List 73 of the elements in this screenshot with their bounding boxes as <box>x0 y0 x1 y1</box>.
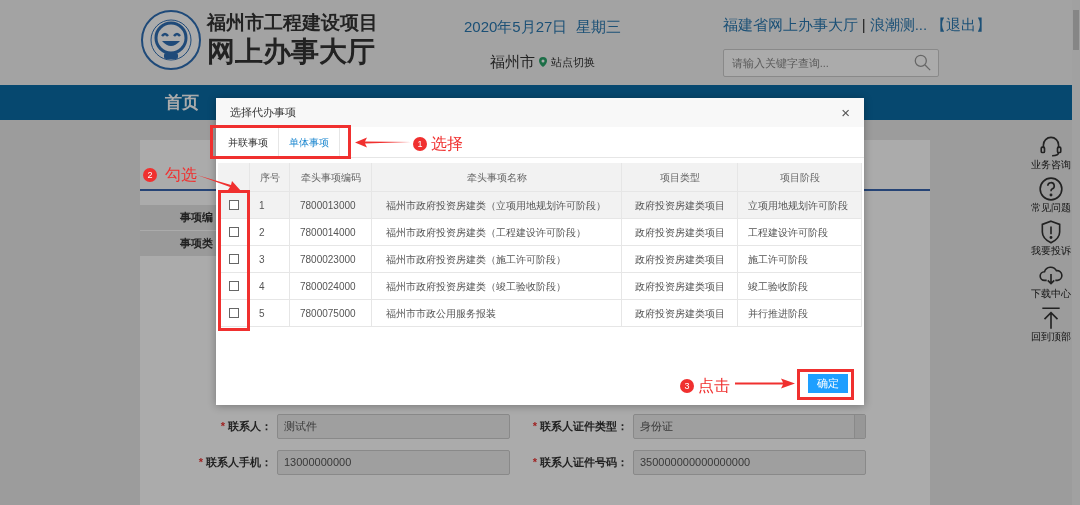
column-header: 项目阶段 <box>738 163 862 191</box>
logout-link[interactable]: 【退出】 <box>931 14 992 37</box>
side-tool-link[interactable]: 我要投诉 <box>1031 219 1071 257</box>
table-cell: 4 <box>250 273 290 299</box>
date-text: 2020年5月27日 星期三 <box>464 17 621 37</box>
side-tool-link[interactable]: 常见问题 <box>1031 176 1071 214</box>
input-field[interactable]: 测试件 <box>277 414 510 439</box>
site-title: 福州市工程建设项目 <box>207 11 378 35</box>
location-pin-icon <box>538 56 547 67</box>
logo-icon <box>140 9 202 71</box>
column-header: 序号 <box>250 163 290 191</box>
table-cell: 竣工验收阶段 <box>738 273 862 299</box>
table-cell: 福州市政府投资房建类（工程建设许可阶段） <box>372 219 622 245</box>
annotation-text: 点击 <box>698 376 730 396</box>
checkbox[interactable] <box>228 254 239 264</box>
select-field[interactable]: 身份证 <box>633 414 866 439</box>
site-switch-link[interactable]: 站点切换 <box>550 53 595 70</box>
close-button[interactable]: × <box>841 105 850 120</box>
side-tool-link[interactable]: 下载中心 <box>1031 262 1071 300</box>
search-field[interactable]: 请输入关键字查询... <box>722 48 939 77</box>
field-label: * 联系人： <box>219 419 273 435</box>
table-cell: 福州市政府投资房建类（立项用地规划许可阶段） <box>372 192 622 218</box>
city-name: 福州市 <box>489 51 535 72</box>
table-cell: 7800023000 <box>290 246 372 272</box>
table-cell: 政府投资房建类项目 <box>622 219 738 245</box>
checkbox[interactable] <box>228 281 239 291</box>
table-cell: 政府投资房建类项目 <box>622 246 738 272</box>
table-cell: 1 <box>250 192 290 218</box>
table-cell: 7800013000 <box>290 192 372 218</box>
table-cell: 立项用地规划许可阶段 <box>738 192 862 218</box>
site-subtitle: 网上办事大厅 <box>207 35 376 69</box>
table-cell: 政府投资房建类项目 <box>622 300 738 326</box>
side-tool-link[interactable]: 业务咨询 <box>1031 133 1071 171</box>
table-cell: 福州市政府投资房建类（施工许可阶段） <box>372 246 622 272</box>
annotation-text: 勾选 <box>165 165 197 185</box>
annotation-arrow <box>197 175 241 192</box>
input-field[interactable]: 350000000000000000 <box>633 450 866 475</box>
checkbox[interactable] <box>228 308 239 318</box>
table-cell: 政府投资房建类项目 <box>622 273 738 299</box>
table-cell: 并行推进阶段 <box>738 300 862 326</box>
table-cell: 5 <box>250 300 290 326</box>
side-tool-link[interactable]: 回到顶部 <box>1031 305 1071 343</box>
table-cell: 施工许可阶段 <box>738 246 862 272</box>
column-header: 牵头事项名称 <box>372 163 622 191</box>
table-cell: 7800075000 <box>290 300 372 326</box>
input-field[interactable]: 13000000000 <box>277 450 510 475</box>
table-cell: 7800014000 <box>290 219 372 245</box>
checkbox[interactable] <box>228 227 239 237</box>
table-cell: 3 <box>250 246 290 272</box>
field-label: * 联系人证件类型： <box>531 419 629 435</box>
column-header: 牵头事项编码 <box>290 163 372 191</box>
table-cell: 工程建设许可阶段 <box>738 219 862 245</box>
field-label: * 联系人手机： <box>197 455 273 471</box>
table-cell: 7800024000 <box>290 273 372 299</box>
table-cell: 福州市政府投资房建类（竣工验收阶段） <box>372 273 622 299</box>
checkbox[interactable] <box>228 200 239 210</box>
user-name: 浪潮测... <box>869 15 928 35</box>
table-cell: 2 <box>250 219 290 245</box>
table-cell: 政府投资房建类项目 <box>622 192 738 218</box>
highlight-frame <box>797 369 854 400</box>
confirm-button[interactable]: 确定 <box>808 374 848 393</box>
table-cell: 福州市市政公用服务报装 <box>372 300 622 326</box>
search-icon <box>913 53 931 71</box>
field-label: * 联系人证件号码： <box>531 455 629 471</box>
portal-link[interactable]: 福建省网上办事大厅 <box>722 14 858 37</box>
column-header: 项目类型 <box>622 163 738 191</box>
annotation-arrow <box>735 378 795 389</box>
annotation-text: 选择 <box>431 134 463 154</box>
separator: | <box>861 15 866 35</box>
nav-item[interactable]: 首页 <box>165 90 199 116</box>
dialog-title: 选择代办事项 <box>230 105 296 121</box>
dropdown-handle[interactable] <box>854 415 865 438</box>
question-icon <box>1038 176 1064 202</box>
